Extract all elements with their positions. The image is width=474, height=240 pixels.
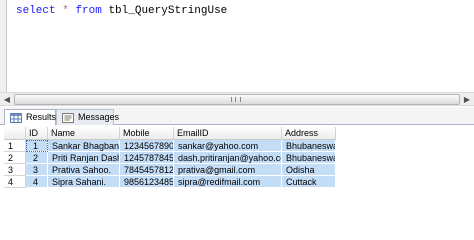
cell-address[interactable]: Bhubaneswar	[282, 140, 336, 152]
cell-mobile[interactable]: 7845457812	[120, 164, 174, 176]
scroll-left-arrow-icon[interactable]: ◀	[1, 94, 13, 105]
tab-messages[interactable]: Messages	[56, 109, 119, 125]
cell-address[interactable]: Bhubaneswar	[282, 152, 336, 164]
cell-email[interactable]: sankar@yahoo.com	[174, 140, 282, 152]
column-header-name[interactable]: Name	[48, 127, 120, 140]
row-number-header[interactable]	[4, 127, 26, 140]
cell-id[interactable]: 2	[26, 152, 48, 164]
column-header-email[interactable]: EmailID	[174, 127, 282, 140]
query-editor[interactable]: select * from tbl_QueryStringUse	[0, 0, 474, 92]
cell-name[interactable]: Prativa Sahoo.	[48, 164, 120, 176]
column-header-mobile[interactable]: Mobile	[120, 127, 174, 140]
sql-table-name: tbl_QueryStringUse	[108, 5, 228, 17]
cell-mobile[interactable]: 1245787845	[120, 152, 174, 164]
row-number[interactable]: 1	[4, 140, 26, 152]
cell-email[interactable]: sipra@redifmail.com	[174, 176, 282, 188]
cell-mobile[interactable]: 9856123485	[120, 176, 174, 188]
sql-statement[interactable]: select * from tbl_QueryStringUse	[16, 4, 227, 18]
row-number[interactable]: 2	[4, 152, 26, 164]
cell-email[interactable]: prativa@gmail.com	[174, 164, 282, 176]
tab-results-label: Results	[26, 112, 57, 122]
tab-results[interactable]: Results	[4, 109, 56, 125]
results-grid[interactable]: ID Name Mobile EmailID Address 1 1 Sanka…	[0, 125, 474, 219]
row-number[interactable]: 3	[4, 164, 26, 176]
cell-mobile[interactable]: 1234567890	[120, 140, 174, 152]
row-number[interactable]: 4	[4, 176, 26, 188]
sql-keyword-select: select	[16, 5, 56, 17]
horizontal-scrollbar[interactable]: ◀ ▶	[0, 92, 474, 106]
results-tab-bar: Results Messages	[0, 107, 474, 125]
sql-keyword-from: from	[75, 5, 102, 17]
scroll-right-arrow-icon[interactable]: ▶	[461, 94, 473, 105]
cell-id[interactable]: 1	[26, 140, 48, 152]
cell-address[interactable]: Odisha	[282, 164, 336, 176]
cell-id[interactable]: 3	[26, 164, 48, 176]
cell-address[interactable]: Cuttack	[282, 176, 336, 188]
cell-id[interactable]: 4	[26, 176, 48, 188]
scrollbar-grip-icon	[231, 97, 241, 102]
cell-name[interactable]: Sipra Sahani.	[48, 176, 120, 188]
scrollbar-thumb[interactable]	[14, 94, 460, 105]
tab-messages-label: Messages	[78, 112, 120, 122]
editor-gutter-divider	[6, 0, 7, 92]
column-header-id[interactable]: ID	[26, 127, 48, 140]
grid-icon	[10, 113, 22, 123]
cell-email[interactable]: dash.pritiranjan@yahoo.com	[174, 152, 282, 164]
sql-star: *	[62, 5, 69, 17]
cell-name[interactable]: Priti Ranjan Dash.	[48, 152, 120, 164]
messages-icon	[62, 113, 74, 123]
column-header-address[interactable]: Address	[282, 127, 336, 140]
cell-name[interactable]: Sankar Bhagban	[48, 140, 120, 152]
